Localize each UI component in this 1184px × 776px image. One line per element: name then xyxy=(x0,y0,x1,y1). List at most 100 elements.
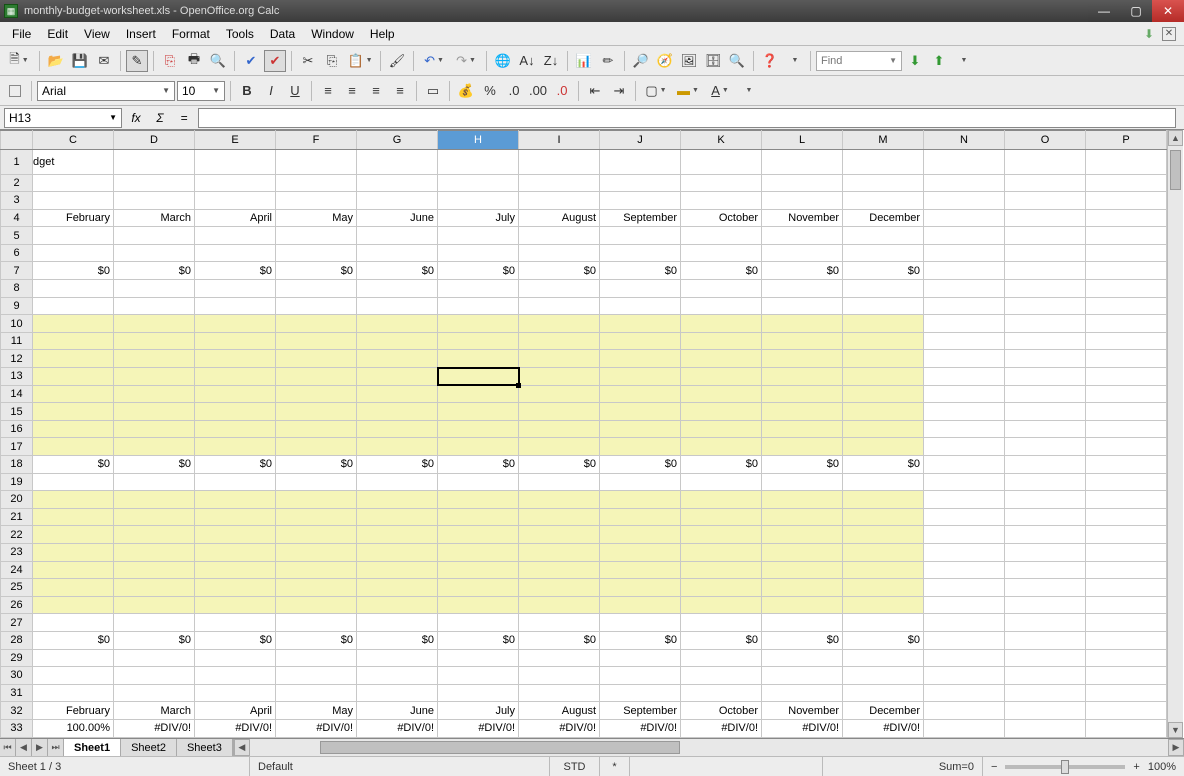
equals-button[interactable]: = xyxy=(174,108,194,128)
cell[interactable]: $0 xyxy=(276,631,357,649)
sheet-tab[interactable]: Sheet2 xyxy=(121,739,177,756)
cell[interactable] xyxy=(519,403,600,421)
cell[interactable]: $0 xyxy=(195,631,276,649)
row-header[interactable]: 6 xyxy=(1,244,33,262)
cell[interactable]: dget xyxy=(33,149,114,174)
cell[interactable] xyxy=(1086,297,1167,315)
cell[interactable]: November xyxy=(762,209,843,227)
cell[interactable] xyxy=(438,420,519,438)
cell[interactable] xyxy=(195,149,276,174)
cell[interactable] xyxy=(843,614,924,632)
cell[interactable] xyxy=(519,227,600,245)
cell[interactable] xyxy=(681,368,762,386)
cell[interactable] xyxy=(762,368,843,386)
cell[interactable] xyxy=(33,280,114,298)
undo-button[interactable]: ↶▼ xyxy=(419,50,449,72)
cell[interactable] xyxy=(276,280,357,298)
cell[interactable] xyxy=(843,649,924,667)
cell[interactable] xyxy=(600,350,681,368)
cell[interactable] xyxy=(33,420,114,438)
open-button[interactable]: 📂 xyxy=(45,50,67,72)
cell[interactable] xyxy=(1005,420,1086,438)
cell[interactable] xyxy=(681,526,762,544)
cell[interactable] xyxy=(1086,456,1167,474)
cell[interactable] xyxy=(357,403,438,421)
cell[interactable] xyxy=(1086,174,1167,192)
cell[interactable] xyxy=(1005,649,1086,667)
cell[interactable] xyxy=(681,596,762,614)
cell[interactable] xyxy=(114,543,195,561)
cell[interactable] xyxy=(1005,667,1086,685)
cell[interactable] xyxy=(762,149,843,174)
cell[interactable]: $0 xyxy=(33,631,114,649)
cell[interactable] xyxy=(114,667,195,685)
cell[interactable] xyxy=(843,403,924,421)
cell[interactable] xyxy=(681,420,762,438)
cell[interactable] xyxy=(438,491,519,509)
cell[interactable] xyxy=(33,297,114,315)
cell[interactable] xyxy=(843,297,924,315)
cell[interactable] xyxy=(357,244,438,262)
cell[interactable] xyxy=(843,667,924,685)
cell[interactable] xyxy=(600,297,681,315)
menu-window[interactable]: Window xyxy=(303,24,362,44)
borders-button[interactable]: ▢▼ xyxy=(641,80,671,102)
cell[interactable] xyxy=(33,368,114,386)
cell[interactable] xyxy=(762,315,843,333)
cell[interactable] xyxy=(357,368,438,386)
cell[interactable] xyxy=(114,332,195,350)
cell[interactable] xyxy=(681,227,762,245)
cell[interactable] xyxy=(438,403,519,421)
cell[interactable] xyxy=(681,561,762,579)
cell[interactable] xyxy=(357,420,438,438)
maximize-button[interactable]: ▢ xyxy=(1120,0,1152,22)
col-header[interactable]: C xyxy=(33,131,114,150)
cell[interactable]: $0 xyxy=(762,456,843,474)
cell[interactable] xyxy=(357,315,438,333)
spreadsheet-grid[interactable]: CDEFGHIJKLMNOP1dget234FebruaryMarchApril… xyxy=(0,130,1167,738)
cell[interactable]: December xyxy=(843,702,924,720)
row-header[interactable]: 5 xyxy=(1,227,33,245)
cell[interactable] xyxy=(681,649,762,667)
cell[interactable] xyxy=(33,385,114,403)
cell[interactable] xyxy=(924,174,1005,192)
cell[interactable] xyxy=(762,491,843,509)
cell[interactable] xyxy=(195,315,276,333)
cell[interactable] xyxy=(195,508,276,526)
cell[interactable] xyxy=(114,649,195,667)
cell[interactable] xyxy=(438,149,519,174)
row-header[interactable]: 16 xyxy=(1,420,33,438)
cell[interactable] xyxy=(438,368,519,386)
cell[interactable] xyxy=(843,244,924,262)
cell[interactable] xyxy=(195,614,276,632)
cell[interactable]: June xyxy=(357,702,438,720)
cell[interactable]: $0 xyxy=(357,262,438,280)
cell[interactable] xyxy=(357,149,438,174)
cell[interactable] xyxy=(195,561,276,579)
cell[interactable] xyxy=(519,649,600,667)
row-header[interactable]: 11 xyxy=(1,332,33,350)
cell[interactable] xyxy=(843,491,924,509)
cell[interactable] xyxy=(843,280,924,298)
cell[interactable] xyxy=(924,684,1005,702)
cell[interactable]: November xyxy=(762,702,843,720)
chart-button[interactable]: 📊 xyxy=(573,50,595,72)
row-header[interactable]: 18 xyxy=(1,456,33,474)
cell[interactable]: $0 xyxy=(762,262,843,280)
row-header[interactable]: 28 xyxy=(1,631,33,649)
merge-cells-button[interactable]: ▭ xyxy=(422,80,444,102)
italic-button[interactable]: I xyxy=(260,80,282,102)
cell[interactable] xyxy=(519,280,600,298)
cell[interactable] xyxy=(1086,149,1167,174)
cell[interactable] xyxy=(762,561,843,579)
cell[interactable] xyxy=(519,473,600,491)
cell[interactable] xyxy=(762,420,843,438)
cell[interactable] xyxy=(843,526,924,544)
hyperlink-button[interactable]: 🌐 xyxy=(492,50,514,72)
row-header[interactable]: 23 xyxy=(1,543,33,561)
find-prev-button[interactable]: ⬆ xyxy=(928,50,950,72)
status-sum[interactable]: Sum=0 xyxy=(823,757,983,776)
cell[interactable] xyxy=(519,561,600,579)
doc-close-icon[interactable]: ✕ xyxy=(1162,27,1176,41)
cell[interactable] xyxy=(438,684,519,702)
